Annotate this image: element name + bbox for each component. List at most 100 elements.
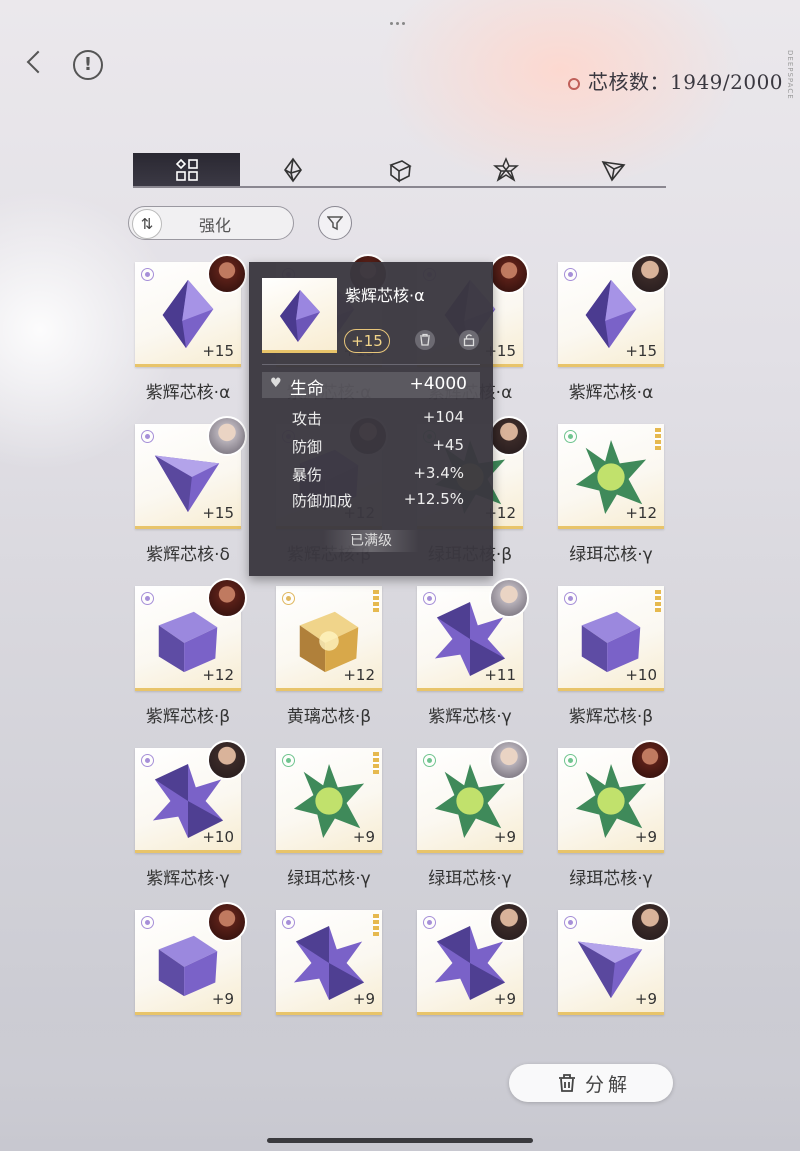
core-card[interactable]: +10 (135, 740, 247, 853)
core-name: 黄璃芯核·β (286, 707, 372, 727)
main-stat-value: +4000 (409, 374, 467, 394)
card-stripe (276, 1012, 382, 1015)
core-card[interactable]: +9 (558, 740, 670, 853)
popup-level-badge: +15 (344, 329, 390, 353)
core-card[interactable]: +10 (558, 586, 664, 691)
avatar (207, 254, 247, 294)
avatar (207, 416, 247, 456)
core-name: 紫辉芯核·γ (428, 707, 512, 727)
home-indicator[interactable] (267, 1138, 533, 1143)
core-card[interactable]: +11 (417, 578, 529, 691)
core-level: +9 (493, 990, 516, 1008)
avatar (630, 254, 670, 294)
stat-label: 暴伤 (292, 466, 323, 484)
core-level: +9 (634, 990, 657, 1008)
popup-divider (262, 364, 480, 365)
stat-label: 防御加成 (292, 492, 353, 510)
main-stat-label: 生命 (290, 379, 324, 399)
core-card[interactable]: +9 (417, 740, 529, 853)
stat-value: +12.5% (403, 490, 464, 508)
avatar (630, 902, 670, 942)
thumbnail-stripe (262, 350, 337, 353)
popup-stat: 攻击 +104 (292, 408, 472, 430)
popup-lock-icon[interactable] (459, 330, 479, 350)
popup-maxed-label: 已满级 (323, 530, 419, 552)
popup-stat: 防御 +45 (292, 436, 472, 458)
core-card[interactable]: +12 (135, 578, 247, 691)
core-name: 紫辉芯核·γ (146, 869, 230, 889)
decompose-button[interactable]: 分解 (509, 1064, 673, 1102)
popup-trash-icon[interactable] (415, 330, 435, 350)
avatar (207, 578, 247, 618)
core-level: +15 (625, 342, 657, 360)
stat-value: +45 (432, 436, 464, 454)
core-level: +15 (202, 342, 234, 360)
rarity-indicator (373, 590, 379, 612)
diamond-gem-icon (280, 290, 320, 342)
core-level: +9 (352, 828, 375, 846)
core-name: 绿珥芯核·γ (569, 545, 653, 565)
card-stripe (558, 688, 664, 691)
core-name: 紫辉芯核·β (568, 707, 654, 727)
card-stripe (276, 688, 382, 691)
card-stripe (135, 850, 241, 853)
card-stripe (417, 850, 523, 853)
bottom-fade (0, 1020, 800, 1151)
avatar (207, 902, 247, 942)
rarity-indicator (655, 590, 661, 612)
card-stripe (558, 1012, 664, 1015)
core-card[interactable]: +12 (558, 424, 664, 529)
core-level: +12 (625, 504, 657, 522)
avatar (489, 578, 529, 618)
popup-core-thumbnail (262, 278, 337, 353)
popup-title: 紫辉芯核·α (345, 286, 425, 305)
core-name: 绿珥芯核·γ (569, 869, 653, 889)
core-level: +9 (211, 990, 234, 1008)
avatar (489, 254, 529, 294)
avatar (489, 740, 529, 780)
core-name: 紫辉芯核·δ (146, 545, 230, 565)
popup-stat: 暴伤 +3.4% (292, 464, 472, 486)
core-card[interactable]: +9 (135, 902, 247, 1015)
core-card[interactable]: +15 (558, 254, 670, 367)
popup-main-stat: ♥ 生命 +4000 (262, 372, 480, 399)
avatar (489, 902, 529, 942)
core-level: +12 (343, 666, 375, 684)
core-name: 紫辉芯核·β (145, 707, 231, 727)
core-name: 紫辉芯核·α (145, 383, 231, 403)
core-level: +9 (634, 828, 657, 846)
core-card[interactable]: +9 (558, 902, 670, 1015)
card-stripe (417, 1012, 523, 1015)
card-stripe (558, 364, 664, 367)
rarity-indicator (655, 428, 661, 450)
avatar (489, 416, 529, 456)
core-card[interactable]: +9 (276, 910, 382, 1015)
core-level: +15 (202, 504, 234, 522)
card-stripe (135, 688, 241, 691)
core-level: +10 (625, 666, 657, 684)
card-stripe (558, 526, 664, 529)
rarity-indicator (373, 914, 379, 936)
card-stripe (135, 1012, 241, 1015)
card-stripe (135, 364, 241, 367)
card-stripe (276, 850, 382, 853)
rarity-indicator (373, 752, 379, 774)
core-card[interactable]: +9 (417, 902, 529, 1015)
trash-icon (559, 1074, 575, 1092)
core-card[interactable]: +12 (276, 586, 382, 691)
core-level: +9 (352, 990, 375, 1008)
core-name: 绿珥芯核·γ (287, 869, 371, 889)
card-stripe (417, 688, 523, 691)
core-name: 绿珥芯核·γ (428, 869, 512, 889)
decompose-label: 分解 (585, 1074, 632, 1096)
stat-label: 攻击 (292, 410, 323, 428)
stat-label: 防御 (292, 438, 323, 456)
core-card[interactable]: +9 (276, 748, 382, 853)
avatar (630, 740, 670, 780)
core-detail-popup: 紫辉芯核·α +15 ♥ 生命 +4000 攻击 +104 防御 +45 暴伤 … (249, 262, 493, 576)
core-level: +9 (493, 828, 516, 846)
card-stripe (558, 850, 664, 853)
popup-stat: 防御加成 +12.5% (292, 490, 472, 512)
core-card[interactable]: +15 (135, 254, 247, 367)
core-card[interactable]: +15 (135, 416, 247, 529)
